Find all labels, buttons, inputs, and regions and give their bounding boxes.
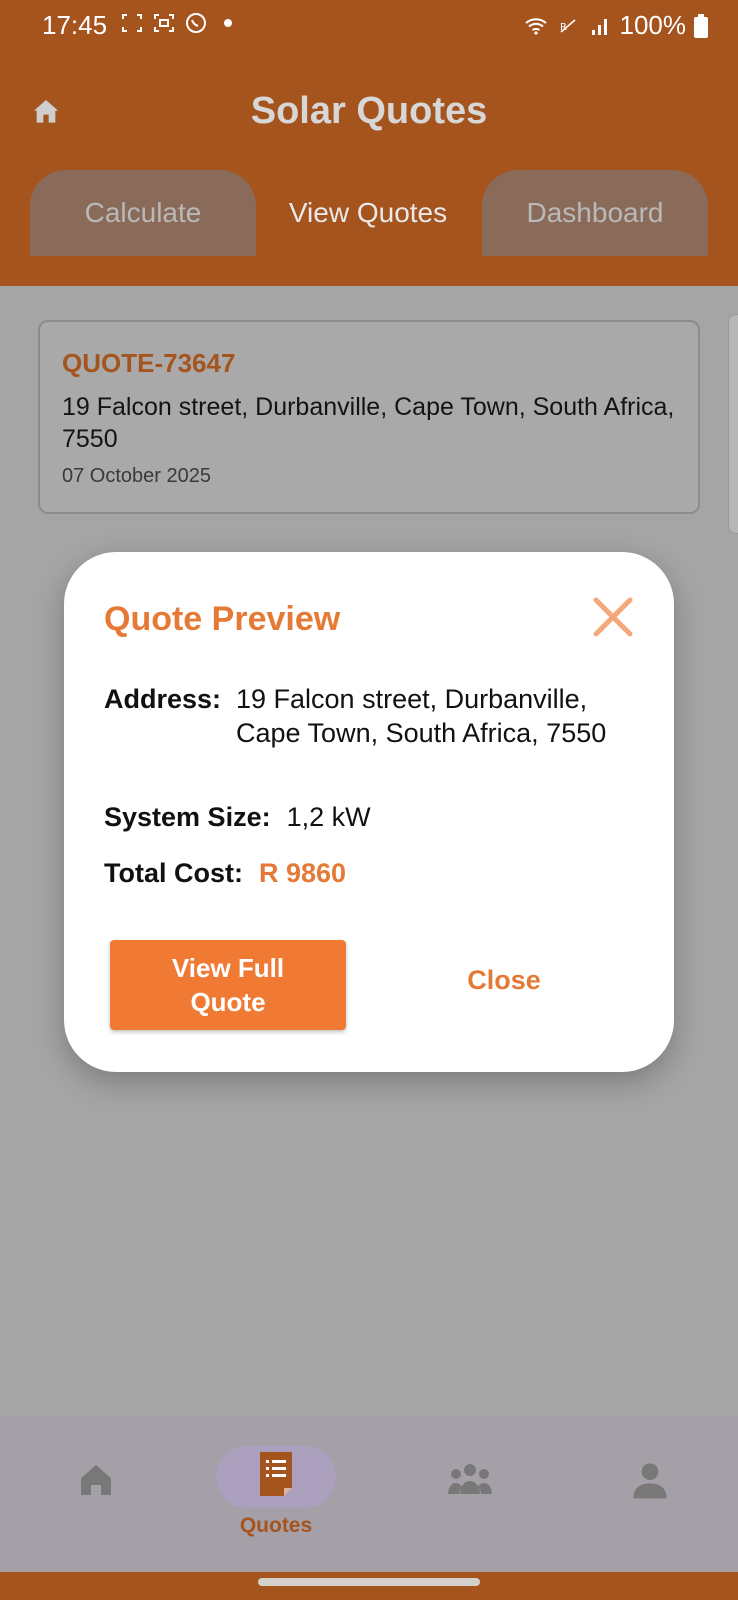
svg-text:R: R	[560, 22, 567, 33]
view-full-quote-label-line2: Quote	[190, 987, 266, 1017]
gesture-bar	[0, 1572, 738, 1600]
wifi-icon	[524, 17, 547, 35]
dialog-title: Quote Preview	[104, 600, 341, 638]
battery-icon	[694, 13, 708, 38]
nav-home[interactable]	[32, 1446, 152, 1546]
nav-quotes-label: Quotes	[239, 1514, 313, 1537]
tab-calculate[interactable]: Calculate	[30, 170, 256, 256]
screen-record-icon	[154, 14, 174, 32]
quote-id: QUOTE-73647	[62, 348, 236, 378]
home-icon	[81, 1465, 111, 1495]
address-value: 19 Falcon street, Durbanville, Cape Town…	[236, 684, 607, 748]
bottom-navigation: Quotes	[0, 1416, 738, 1572]
quote-card[interactable]: QUOTE-73647 19 Falcon street, Durbanvill…	[38, 320, 700, 514]
gesture-handle[interactable]	[258, 1578, 480, 1586]
tab-view-quotes[interactable]: View Quotes	[268, 170, 468, 256]
quote-preview-dialog: Quote Preview Address: 19 Falcon street,…	[64, 552, 674, 1072]
total-cost-row: Total Cost: R 9860	[104, 856, 346, 890]
nav-profile[interactable]	[586, 1446, 706, 1546]
person-icon	[633, 1463, 667, 1499]
address-row: Address: 19 Falcon street, Durbanville, …	[104, 682, 634, 750]
notification-icons	[120, 11, 240, 35]
no-sim-icon: R	[560, 18, 576, 33]
total-cost-value: R 9860	[258, 858, 347, 888]
quotes-icon	[260, 1452, 292, 1496]
whatsapp-icon	[186, 13, 206, 33]
system-icons: R 100%	[524, 10, 708, 41]
system-size-label: System Size:	[104, 802, 271, 832]
app-bar: Solar Quotes Calculate View Quotes Dashb…	[0, 52, 738, 286]
page-title: Solar Quotes	[250, 90, 488, 132]
status-time: 17:45	[42, 10, 108, 40]
nav-quotes[interactable]: Quotes	[216, 1446, 336, 1546]
quote-date: 07 October 2025	[62, 465, 211, 487]
group-icon	[448, 1464, 492, 1494]
close-icon[interactable]	[592, 596, 634, 638]
status-bar: 17:45 R 100%	[0, 0, 738, 52]
address-label: Address:	[104, 684, 222, 714]
view-full-quote-button[interactable]: View Full Quote	[110, 940, 346, 1030]
signal-icon	[591, 18, 607, 35]
next-card-edge	[728, 314, 738, 534]
tab-dashboard[interactable]: Dashboard	[482, 170, 708, 256]
total-cost-label: Total Cost:	[104, 858, 243, 888]
system-size-row: System Size: 1,2 kW	[104, 800, 371, 834]
dot-icon	[224, 19, 232, 27]
battery-percentage: 100%	[619, 10, 687, 40]
close-button[interactable]: Close	[414, 940, 594, 1030]
system-size-value: 1,2 kW	[286, 802, 371, 832]
nav-clients[interactable]	[402, 1446, 522, 1546]
view-full-quote-label-line1: View Full	[171, 953, 285, 983]
quote-address: 19 Falcon street, Durbanville, Cape Town…	[62, 393, 675, 453]
screenshot-icon	[122, 14, 142, 32]
